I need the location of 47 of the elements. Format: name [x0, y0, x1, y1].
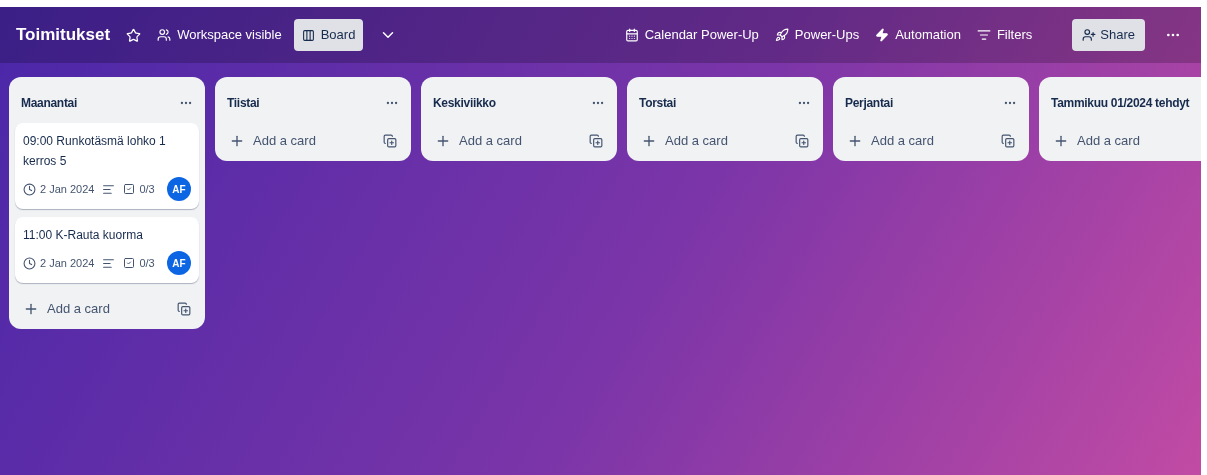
checklist-icon — [123, 257, 136, 269]
member-avatar[interactable]: AF — [167, 177, 191, 201]
board-title: Toimitukset — [16, 24, 111, 47]
lightning-icon — [875, 28, 890, 42]
add-card-button[interactable]: Add a card — [633, 127, 736, 155]
list-title: Tiistai — [227, 95, 260, 112]
list-title: Maanantai — [21, 95, 77, 112]
toolbar-button[interactable]: Filters — [976, 25, 1033, 45]
card[interactable]: 09:00 Runkotäsmä lohko 1 kerros 5 2 Jan 2024 0/3 AF — [15, 123, 199, 209]
list-title: Torstai — [639, 95, 677, 112]
calendar-icon — [624, 28, 639, 42]
checklist-count: 0/3 — [139, 181, 155, 197]
checklist-count: 0/3 — [139, 255, 155, 271]
clock-icon — [23, 182, 36, 196]
add-card-button[interactable]: Add a card — [15, 295, 118, 323]
template-icon[interactable] — [177, 301, 191, 316]
clock-icon — [23, 256, 36, 270]
add-user-icon — [1082, 28, 1097, 42]
board-icon — [301, 28, 315, 42]
template-icon[interactable] — [589, 133, 603, 148]
card[interactable]: 11:00 K-Rauta kuorma 2 Jan 2024 0/3 AF — [15, 217, 199, 283]
visibility-button[interactable]: Workspace visible — [157, 25, 282, 45]
add-card-button[interactable]: Add a card — [221, 127, 324, 155]
list-title: Keskiviikko — [433, 95, 496, 112]
list-title: Perjantai — [845, 95, 893, 112]
template-icon[interactable] — [795, 133, 809, 148]
add-card-button[interactable]: Add a card — [1045, 127, 1148, 155]
template-icon[interactable] — [383, 133, 397, 148]
add-card-button[interactable]: Add a card — [839, 127, 942, 155]
card-title: 09:00 Runkotäsmä lohko 1 kerros 5 — [23, 133, 167, 170]
users-icon — [157, 28, 172, 42]
toolbar-button[interactable]: Power-Ups — [774, 25, 860, 45]
toolbar-button[interactable]: Calendar Power-Up — [624, 25, 759, 45]
toolbar-button[interactable]: Automation — [875, 25, 961, 45]
list-title: Tammikuu 01/2024 tehdyt — [1051, 95, 1190, 112]
filter-icon — [976, 28, 991, 42]
rocket-icon — [774, 28, 789, 42]
board-view-tab[interactable]: Board — [293, 19, 364, 51]
member-avatar[interactable]: AF — [167, 251, 191, 275]
checklist-icon — [123, 183, 136, 195]
star-icon — [126, 27, 142, 43]
due-date: 2 Jan 2024 — [40, 181, 95, 197]
card-title: 11:00 K-Rauta kuorma — [23, 227, 144, 244]
template-icon[interactable] — [1001, 133, 1015, 148]
add-card-button[interactable]: Add a card — [427, 127, 530, 155]
share-button[interactable]: Share — [1072, 19, 1145, 51]
due-date: 2 Jan 2024 — [40, 255, 95, 271]
